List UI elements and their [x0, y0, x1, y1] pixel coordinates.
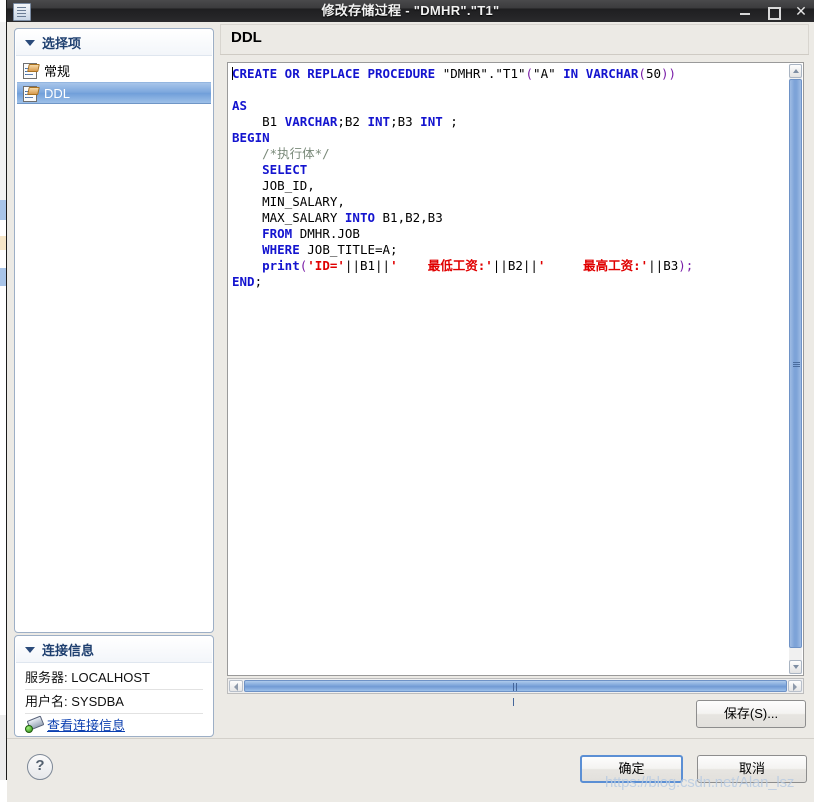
- ddl-editor[interactable]: CREATE OR REPLACE PROCEDURE "DMHR"."T1"(…: [227, 62, 804, 676]
- scroll-left-button[interactable]: [229, 680, 243, 692]
- view-connection-info-link[interactable]: 查看连接信息: [47, 715, 125, 734]
- main-panel: DDL CREATE OR REPLACE PROCEDURE "DMHR"."…: [219, 22, 814, 720]
- selection-panel: 选择项 常规 DDL: [14, 28, 214, 633]
- minimize-icon[interactable]: [738, 4, 752, 18]
- close-icon[interactable]: ✕: [794, 4, 808, 18]
- save-row: 保存(S)...: [219, 696, 814, 734]
- window-title: 修改存储过程 - "DMHR"."T1": [321, 3, 500, 18]
- vertical-scrollbar[interactable]: [789, 64, 802, 674]
- watermark-text: https://blog.csdn.net/Alan_lsz: [605, 774, 795, 791]
- server-row: 服务器: LOCALHOST: [25, 666, 203, 690]
- ddl-code-text[interactable]: CREATE OR REPLACE PROCEDURE "DMHR"."T1"(…: [228, 63, 789, 675]
- view-connection-info-row[interactable]: 查看连接信息: [25, 714, 203, 734]
- sidebar-item-general[interactable]: 常规: [17, 59, 211, 81]
- connection-info-panel: 连接信息 服务器: LOCALHOST 用户名: SYSDBA 查看连接信息: [14, 635, 214, 737]
- dialog-body: 选择项 常规 DDL 连接信息 服务器: LOCALHOST 用户名: SYSD…: [7, 22, 814, 802]
- collapse-triangle-icon[interactable]: [25, 39, 35, 46]
- vertical-scroll-thumb[interactable]: [789, 79, 802, 648]
- horizontal-scroll-thumb[interactable]: [244, 680, 787, 706]
- maximize-icon[interactable]: [766, 4, 781, 20]
- scroll-right-button[interactable]: [788, 680, 802, 692]
- document-icon: [23, 85, 40, 102]
- connection-panel-header[interactable]: 连接信息: [16, 637, 212, 663]
- help-icon[interactable]: ?: [27, 754, 53, 780]
- selection-panel-title: 选择项: [42, 36, 82, 51]
- document-icon: [23, 62, 40, 79]
- modify-procedure-dialog: 修改存储过程 - "DMHR"."T1" ✕ 选择项 常规 DDL 连接信息 服…: [7, 0, 814, 802]
- sidebar-item-label: DDL: [44, 85, 71, 101]
- window-controls: ✕: [738, 0, 808, 22]
- collapse-triangle-icon[interactable]: [25, 646, 35, 653]
- header-separator: [220, 54, 809, 55]
- selection-panel-header[interactable]: 选择项: [16, 30, 212, 56]
- title-bar[interactable]: 修改存储过程 - "DMHR"."T1" ✕: [7, 0, 814, 23]
- save-button[interactable]: 保存(S)...: [696, 700, 806, 728]
- plug-icon: [25, 715, 45, 733]
- horizontal-scrollbar[interactable]: [227, 678, 804, 706]
- ddl-header-bar: DDL: [220, 24, 809, 54]
- username-row: 用户名: SYSDBA: [25, 690, 203, 714]
- scroll-down-button[interactable]: [789, 660, 802, 674]
- dialog-window: 修改存储过程 - "DMHR"."T1" ✕ 选择项 常规 DDL 连接信息 服…: [0, 0, 814, 802]
- page-title: DDL: [231, 29, 262, 46]
- scroll-grip-icon: [512, 683, 520, 706]
- connection-panel-title: 连接信息: [42, 643, 95, 658]
- sidebar: 选择项 常规 DDL 连接信息 服务器: LOCALHOST 用户名: SYSD…: [7, 22, 219, 737]
- sidebar-item-label: 常规: [44, 63, 71, 79]
- scroll-up-button[interactable]: [789, 64, 802, 78]
- sidebar-item-ddl[interactable]: DDL: [17, 82, 211, 104]
- scroll-grip-icon: [793, 361, 800, 368]
